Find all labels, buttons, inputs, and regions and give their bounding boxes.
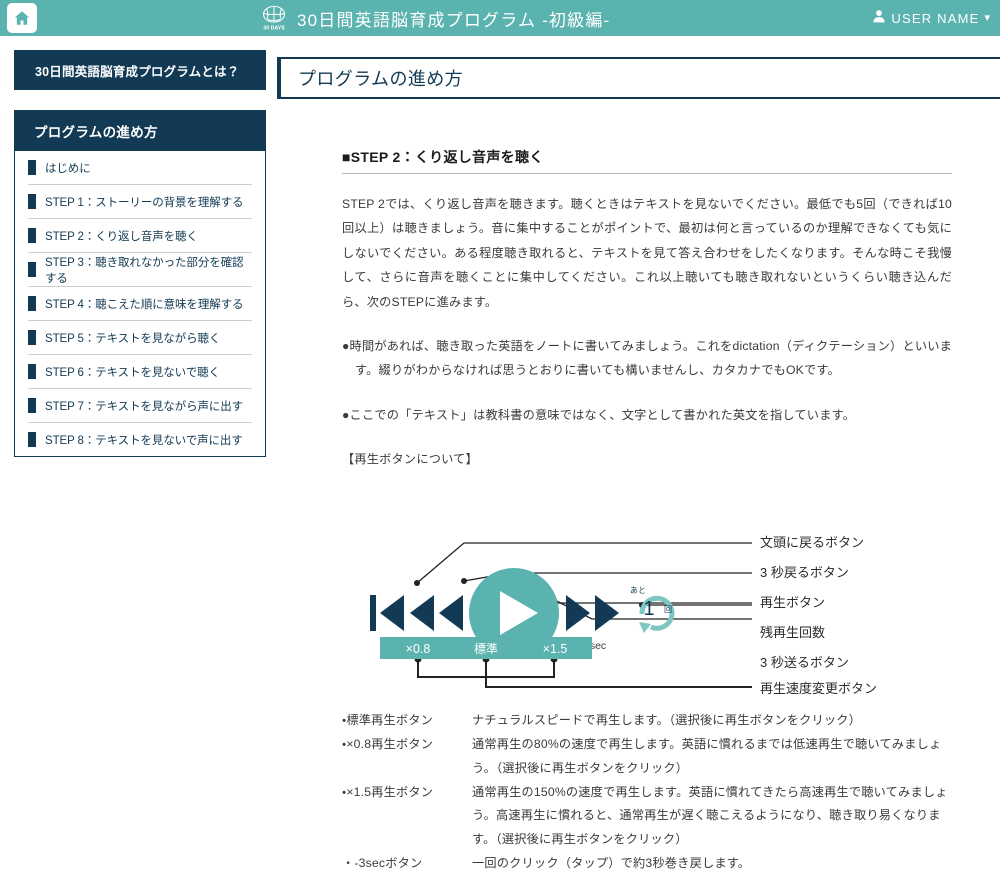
description-text: 通常再生の80%の速度で再生します。英語に慣れるまでは低速再生で聴いてみましょう… [472,736,942,775]
rewind-3sec-icon[interactable] [410,595,463,632]
sidebar-panel-title: プログラムの進め方 [15,111,265,151]
sidebar-item-step3[interactable]: STEP 3：聴き取れなかった部分を確認する [28,253,252,287]
square-bullet-icon [28,364,36,379]
speed-button-label: ×1.5 [543,642,568,656]
sidebar-item-label: STEP 2：くり返し音声を聴く [45,230,198,243]
sidebar-item-label: はじめに [45,162,91,175]
replay-count-icon: あと 1 回 [630,586,675,634]
square-bullet-icon [28,228,36,243]
callout-label-skip-start: 文頭に戻るボタン [760,535,864,550]
page-title-box: プログラムの進め方 [277,57,1000,99]
sidebar-panel: プログラムの進め方 はじめに STEP 1：ストーリーの背景を理解する STEP… [14,110,266,457]
sidebar-item-label: STEP 7：テキストを見ながら声に出す [45,400,244,413]
callout-label-remaining: 残再生回数 [760,625,825,640]
speed-button-standard[interactable]: 標準 [451,637,521,660]
paragraph-intro: STEP 2では、くり返し音声を聴きます。聴くときはテキストを見ないでください。… [342,197,952,309]
sidebar-item-label: STEP 1：ストーリーの背景を理解する [45,196,244,209]
speed-button-0-8[interactable]: ×0.8 [380,637,456,660]
remaining-unit: 回 [664,605,672,614]
description-label: ・×0.8再生ボタン [342,736,434,751]
app-header: 30 DAYS 30日間英語脳育成プログラム -初級編- USER NAME ▾ [0,0,1000,36]
speed-descriptions: ・標準再生ボタン ナチュラルスピードで再生します。（選択後に再生ボタンをクリック… [342,709,952,875]
square-bullet-icon [28,160,36,175]
speed-button-1-5[interactable]: ×1.5 [518,637,592,660]
user-menu[interactable]: USER NAME ▾ [872,8,990,29]
callout-label-play: 再生ボタン [760,595,825,610]
square-bullet-icon [28,262,36,277]
bullet-dictation: ●時間があれば、聴き取った英語をノートに書いてみましょう。これをdictatio… [342,339,952,378]
player-diagram: あと 1 回 -3sec +3sec ×0.8 標準 [342,481,952,701]
sidebar-item-step6[interactable]: STEP 6：テキストを見ないで聴く [28,355,252,389]
section-heading: ■STEP 2：くり返し音声を聴く [342,147,952,174]
description-row: ・×0.8再生ボタン 通常再生の80%の速度で再生します。英語に慣れるまでは低速… [342,733,952,781]
sidebar: 30日間英語脳育成プログラムとは？ プログラムの進め方 はじめに STEP 1：… [14,50,266,457]
forward-3sec-icon[interactable] [566,595,619,632]
speed-button-label: ×0.8 [406,642,431,656]
app-title: 30日間英語脳育成プログラム -初級編- [296,10,611,30]
square-bullet-icon [28,194,36,209]
description-row: ・×1.5再生ボタン 通常再生の150%の速度で再生します。英語に慣れてきたら高… [342,781,952,852]
header-brand: 30 DAYS 30日間英語脳育成プログラム -初級編- [0,3,872,33]
square-bullet-icon [28,432,36,447]
player-diagram-svg: あと 1 回 -3sec +3sec ×0.8 標準 [370,535,877,696]
description-row: ・-3secボタン 一回のクリック（タップ）で約3秒巻き戻します。 [342,852,952,876]
square-bullet-icon [28,296,36,311]
sidebar-item-step8[interactable]: STEP 8：テキストを見ないで声に出す [28,423,252,456]
description-label: ・標準再生ボタン [342,713,434,728]
brain-logo-icon: 30 DAYS [259,3,289,33]
about-buttons-heading: 【再生ボタンについて】 [342,452,478,467]
callout-label-rewind: 3 秒戻るボタン [760,565,849,580]
description-label: ・×1.5再生ボタン [342,784,434,799]
sidebar-item-label: STEP 3：聴き取れなかった部分を確認する [45,256,244,285]
logo-caption: 30 DAYS [263,25,285,31]
sidebar-item-label: STEP 6：テキストを見ないで聴く [45,366,220,379]
description-text: 一回のクリック（タップ）で約3秒巻き戻します。 [472,855,751,870]
page-title: プログラムの進め方 [298,69,464,89]
sidebar-item-step5[interactable]: STEP 5：テキストを見ながら聴く [28,321,252,355]
callout-label-forward: 3 秒送るボタン [760,655,849,670]
sidebar-item-intro[interactable]: はじめに [28,151,252,185]
square-bullet-icon [28,330,36,345]
remaining-count: 1 [643,598,654,620]
remaining-prefix: あと [630,586,646,595]
description-label: ・-3secボタン [342,855,423,870]
sidebar-list: はじめに STEP 1：ストーリーの背景を理解する STEP 2：くり返し音声を… [15,151,265,456]
sidebar-banner-about[interactable]: 30日間英語脳育成プログラムとは？ [14,50,266,90]
description-row: ・標準再生ボタン ナチュラルスピードで再生します。（選択後に再生ボタンをクリック… [342,709,952,733]
sidebar-item-step4[interactable]: STEP 4：聴こえた順に意味を理解する [28,287,252,321]
sidebar-item-step2[interactable]: STEP 2：くり返し音声を聴く [28,219,252,253]
skip-to-start-icon[interactable] [370,595,404,632]
main-content: プログラムの進め方 ■STEP 2：くり返し音声を聴く STEP 2では、くり返… [277,57,1000,876]
speed-button-label: 標準 [474,641,498,656]
bullet-text-meaning: ●ここでの「テキスト」は教科書の意味ではなく、文字として書かれた英文を指していま… [342,407,856,422]
description-text: 通常再生の150%の速度で再生します。英語に慣れてきたら高速再生で聴いてみましょ… [472,784,948,847]
article: ■STEP 2：くり返し音声を聴く STEP 2では、くり返し音声を聴きます。聴… [342,147,952,876]
sidebar-item-step7[interactable]: STEP 7：テキストを見ながら声に出す [28,389,252,423]
callout-label-speed: 再生速度変更ボタン [760,681,877,696]
chevron-down-icon[interactable]: ▾ [984,12,990,24]
sidebar-item-label: STEP 4：聴こえた順に意味を理解する [45,298,244,311]
user-icon [872,8,886,29]
sidebar-item-step1[interactable]: STEP 1：ストーリーの背景を理解する [28,185,252,219]
sidebar-item-label: STEP 8：テキストを見ないで声に出す [45,434,243,447]
user-name-label: USER NAME [891,10,980,26]
square-bullet-icon [28,398,36,413]
sidebar-item-label: STEP 5：テキストを見ながら聴く [45,332,221,345]
description-text: ナチュラルスピードで再生します。（選択後に再生ボタンをクリック） [472,713,862,728]
